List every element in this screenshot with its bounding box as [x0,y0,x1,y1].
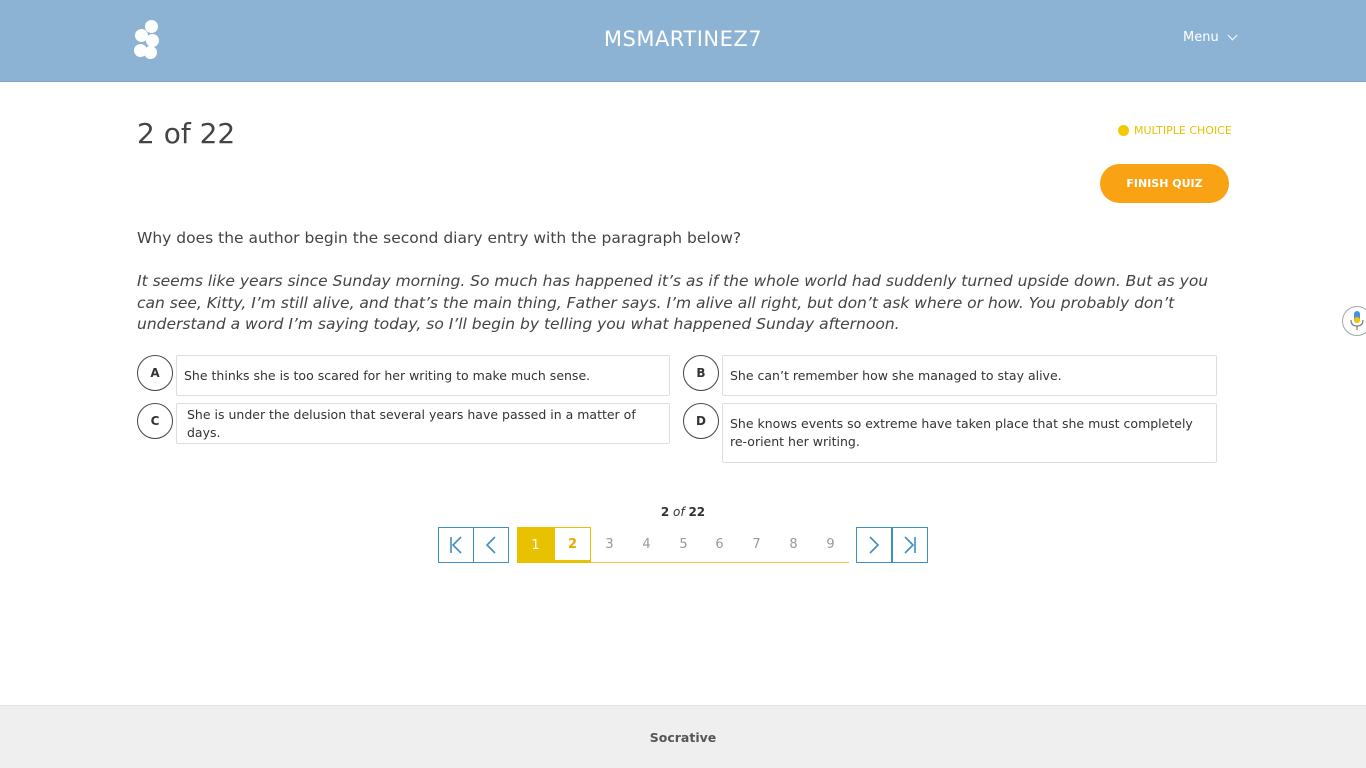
pagination-current: 2 [660,505,670,519]
page-6[interactable]: 6 [701,527,738,563]
page-1[interactable]: 1 [517,527,554,563]
chevron-right-icon [869,536,880,554]
answer-a-letter[interactable]: A [137,355,173,391]
microphone-button[interactable] [1342,306,1366,336]
question-text: Why does the author begin the second dia… [137,229,742,247]
status-dot-icon [1118,125,1129,136]
answer-a-option[interactable]: She thinks she is too scared for her wri… [176,355,670,396]
answer-c-option[interactable]: She is under the delusion that several y… [176,403,670,444]
next-page-button[interactable] [856,527,892,563]
last-page-button[interactable] [892,527,928,563]
page-4[interactable]: 4 [628,527,665,563]
page-3[interactable]: 3 [591,527,628,563]
answer-d-option[interactable]: She knows events so extreme have taken p… [722,403,1217,463]
finish-quiz-button[interactable]: FINISH QUIZ [1100,164,1229,203]
top-header: MSMARTINEZ7 Menu [0,0,1366,82]
answer-d-letter[interactable]: D [683,403,719,439]
last-page-icon [904,536,916,554]
question-type-badge: MULTIPLE CHOICE [1118,124,1232,137]
answer-c-letter[interactable]: C [137,403,173,439]
chevron-down-icon [1227,30,1238,41]
question-count: 2 of 22 [137,117,236,150]
room-name: MSMARTINEZ7 [603,27,763,51]
answer-b-letter[interactable]: B [683,355,719,391]
page-9[interactable]: 9 [812,527,849,563]
pagination-total: 22 [688,505,706,519]
menu-label: Menu [1183,30,1219,45]
menu-button[interactable]: Menu [1183,30,1238,45]
previous-page-button[interactable] [473,527,509,563]
footer: Socrative [0,705,1366,768]
page-7[interactable]: 7 [738,527,775,563]
passage-text: It seems like years since Sunday morning… [137,272,1209,333]
footer-brand: Socrative [649,730,717,745]
page-5[interactable]: 5 [665,527,702,563]
microphone-icon [1350,311,1364,330]
question-type-label: MULTIPLE CHOICE [1134,124,1232,137]
page-8[interactable]: 8 [775,527,812,563]
first-page-icon [450,536,462,554]
first-page-button[interactable] [438,527,474,563]
chevron-left-icon [485,536,496,554]
pagination-of: of [673,505,685,519]
pagination-label: 2 of 22 [0,505,1366,519]
page-2[interactable]: 2 [554,527,591,563]
answer-b-option[interactable]: She can’t remember how she managed to st… [722,355,1217,396]
